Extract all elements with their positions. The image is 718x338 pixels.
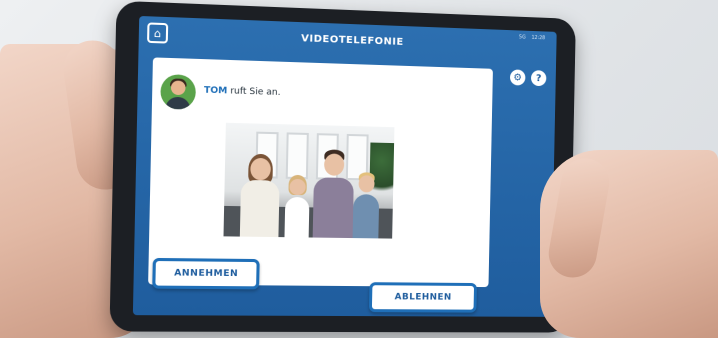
top-icons: ⚙ ?	[509, 69, 547, 87]
question-icon[interactable]: ?	[530, 70, 547, 87]
accept-button[interactable]: ANNEHMEN	[152, 257, 260, 290]
decline-button[interactable]: ABLEHNEN	[368, 282, 477, 313]
top-bar: ⌂ VIDEOTELEFONIE 5G 12:28	[139, 16, 557, 63]
person-body	[352, 194, 380, 239]
person-body	[284, 196, 310, 238]
person-body	[312, 177, 354, 239]
status-bar: 5G 12:28	[519, 34, 545, 41]
caller-name: TOM	[203, 85, 228, 97]
avatar-head	[170, 80, 186, 96]
person-man	[311, 143, 357, 239]
tablet: ⌂ VIDEOTELEFONIE 5G 12:28 ⚙ ? TOM ruft S…	[109, 0, 576, 333]
person-body	[239, 179, 280, 238]
person-head	[358, 175, 375, 193]
gear-glyph: ⚙	[513, 71, 523, 84]
gear-icon[interactable]: ⚙	[509, 69, 526, 86]
person-woman	[236, 145, 283, 238]
signal-label: 5G	[518, 34, 526, 41]
person-head	[323, 153, 345, 176]
person-girl	[282, 171, 312, 238]
avatar-body	[165, 96, 191, 110]
caller-photo	[223, 122, 395, 239]
caller-message: ruft Sie an.	[227, 86, 281, 98]
clock: 12:28	[531, 34, 546, 42]
person-boy	[351, 168, 382, 239]
tablet-screen: ⌂ VIDEOTELEFONIE 5G 12:28 ⚙ ? TOM ruft S…	[132, 15, 557, 317]
home-glyph: ⌂	[153, 26, 162, 40]
home-icon[interactable]: ⌂	[147, 22, 169, 44]
question-glyph: ?	[535, 72, 542, 84]
screen-title: VIDEOTELEFONIE	[301, 32, 404, 48]
